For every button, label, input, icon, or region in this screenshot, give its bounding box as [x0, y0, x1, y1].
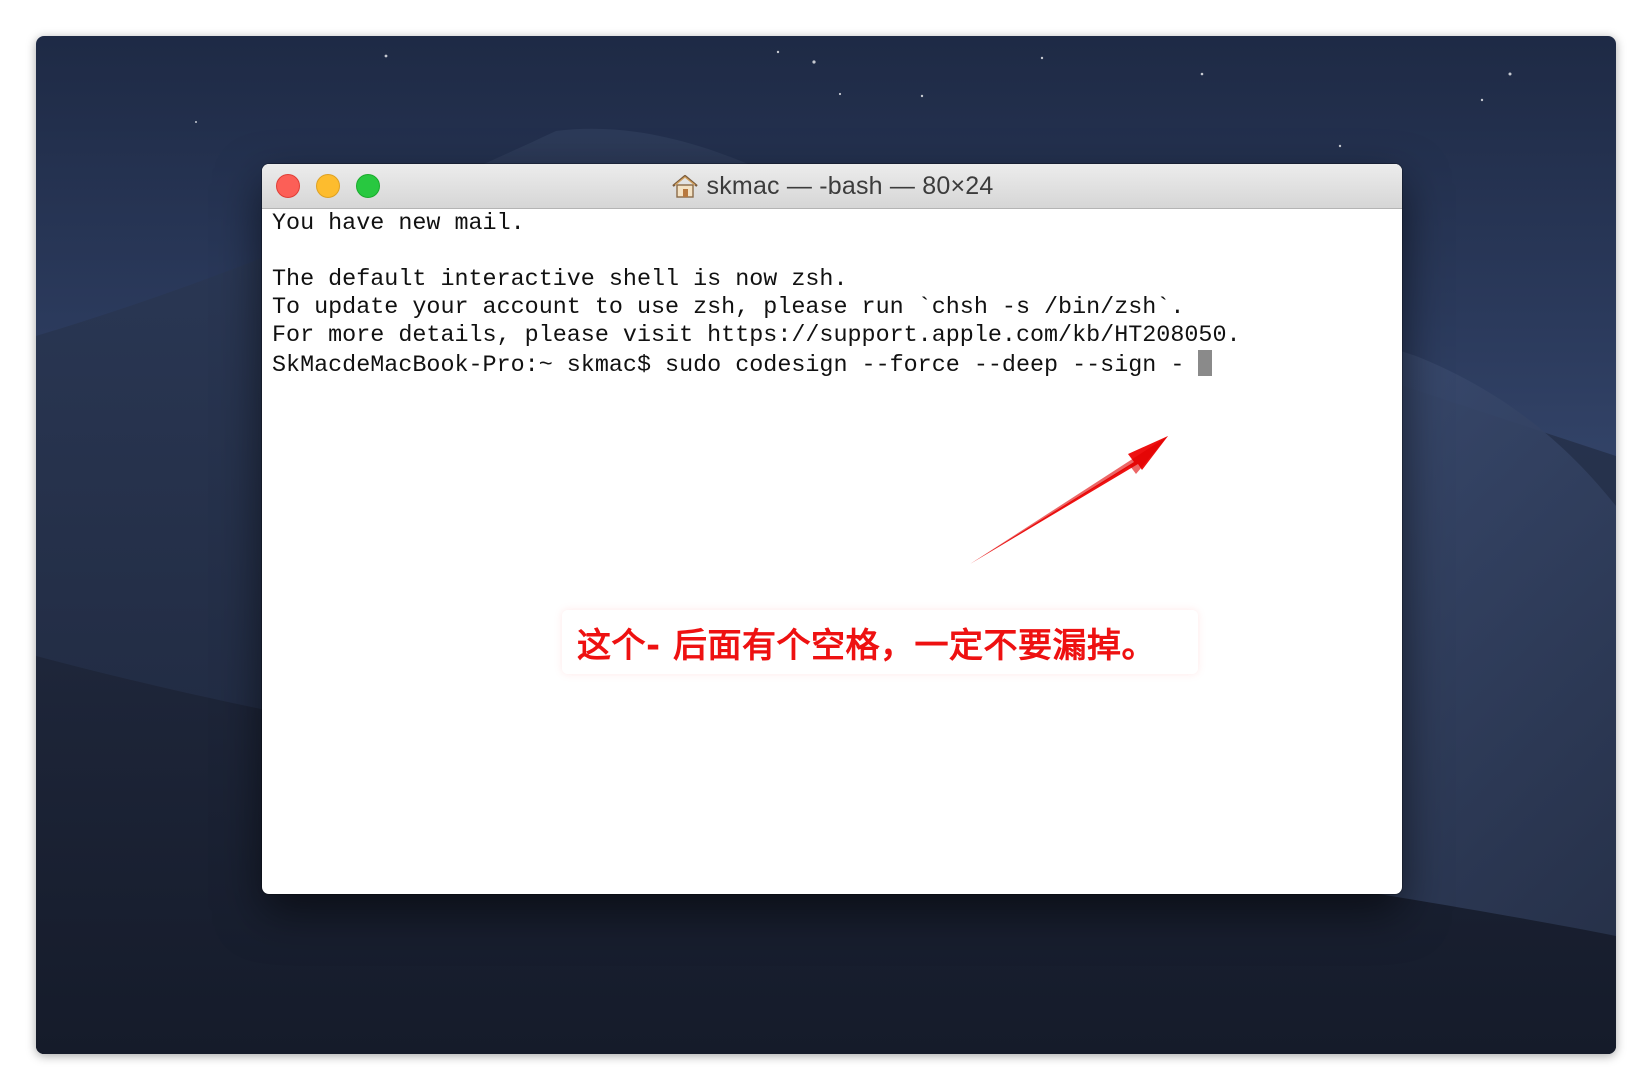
- annotation-callout: 这个- 后面有个空格，一定不要漏掉。: [562, 610, 1198, 674]
- terminal-window[interactable]: skmac — -bash — 80×24 You have new mail.…: [262, 164, 1402, 894]
- text-cursor: [1198, 350, 1213, 376]
- terminal-line: You have new mail.: [272, 211, 525, 237]
- terminal-line: To update your account to use zsh, pleas…: [272, 295, 1185, 321]
- window-title: skmac — -bash — 80×24: [706, 171, 994, 200]
- title-bar[interactable]: skmac — -bash — 80×24: [262, 164, 1402, 209]
- terminal-output[interactable]: You have new mail. The default interacti…: [272, 210, 1392, 890]
- home-folder-icon: [671, 174, 698, 198]
- terminal-prompt-command: SkMacdeMacBook-Pro:~ skmac$ sudo codesig…: [272, 353, 1199, 379]
- annotation-text: 这个- 后面有个空格，一定不要漏掉。: [577, 625, 1156, 666]
- window-title-group: skmac — -bash — 80×24: [262, 164, 1402, 208]
- terminal-line: The default interactive shell is now zsh…: [272, 267, 848, 293]
- terminal-line: For more details, please visit https://s…: [272, 323, 1241, 349]
- terminal-prompt-line[interactable]: SkMacdeMacBook-Pro:~ skmac$ sudo codesig…: [272, 350, 1392, 379]
